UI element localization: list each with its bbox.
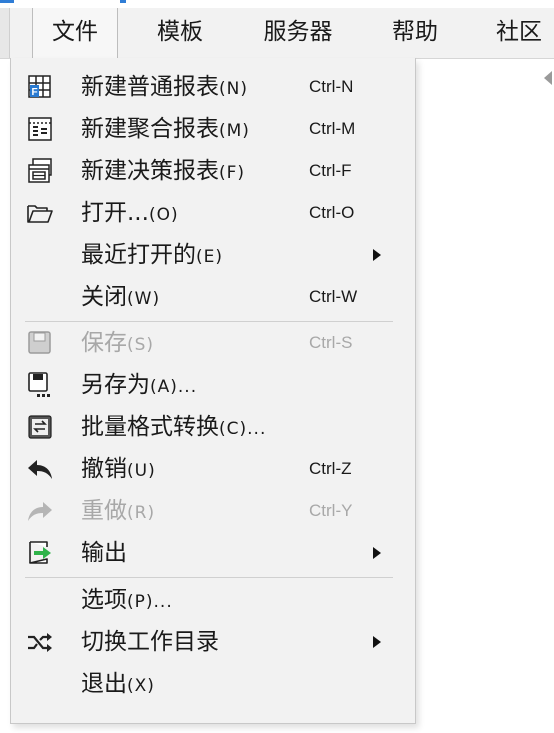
shortcut-text: Ctrl-N [309, 77, 354, 96]
menu-item-switch-workdir[interactable]: 切换工作目录 [11, 621, 415, 663]
label-text: 新建决策报表 [81, 158, 219, 184]
menu-separator [25, 577, 393, 578]
mnemonic-text: (E) [196, 247, 224, 267]
save-icon [28, 331, 51, 354]
mnemonic-text: (P)... [127, 592, 173, 612]
svg-text:F: F [32, 87, 38, 98]
accent-mark [120, 0, 126, 3]
menu-item-label: 重做(R) [81, 490, 155, 532]
menu-help[interactable]: 帮助 [377, 8, 453, 58]
mnemonic-text: (N) [219, 79, 248, 99]
menu-item-open[interactable]: 打开...(O) Ctrl-O [11, 192, 415, 234]
label-text: 批量格式转换 [81, 414, 219, 440]
menu-item-label: 输出 [81, 532, 127, 574]
menu-item-redo[interactable]: 重做(R) Ctrl-Y [11, 490, 415, 532]
menu-item-batch-convert[interactable]: 批量格式转换(C)... [11, 406, 415, 448]
shortcut-text: Ctrl-Y [309, 501, 353, 520]
label-text: 保存 [81, 330, 127, 356]
shortcut-text: Ctrl-W [309, 287, 358, 306]
export-icon [29, 541, 51, 564]
menu-item-label: 最近打开的(E) [81, 234, 223, 276]
menu-item-label: 关闭(W) [81, 276, 160, 318]
label-text: 打开... [81, 200, 149, 226]
menu-item-label: 新建聚合报表(M) [81, 108, 250, 150]
shortcut-text: Ctrl-M [309, 119, 356, 138]
shortcut-text: Ctrl-O [309, 203, 355, 222]
menu-item-label: 退出(X) [81, 663, 155, 705]
mnemonic-text: (S) [127, 335, 155, 355]
menu-file[interactable]: 文件 [32, 8, 118, 59]
label-text: 新建聚合报表 [81, 116, 219, 142]
menu-community[interactable]: 社区 [486, 8, 554, 58]
menu-item-label: 新建决策报表(F) [81, 150, 245, 192]
mnemonic-text: (M) [219, 121, 250, 141]
shortcut-text: Ctrl-F [309, 161, 352, 180]
folder-open-icon [27, 205, 53, 223]
menu-item-label: 打开...(O) [81, 192, 179, 234]
label-text: 切换工作目录 [81, 629, 219, 655]
new-report-grid-icon: F [28, 75, 51, 98]
file-menu-dropdown: F 新建普通报表(N) Ctrl-N 新建聚合报表(M) Ctrl-M 新建决策… [10, 58, 416, 724]
menu-item-label: 撤销(U) [81, 448, 156, 490]
mnemonic-text: (F) [219, 163, 246, 183]
workspace-background [415, 59, 554, 733]
menu-item-new-aggregate-report[interactable]: 新建聚合报表(M) Ctrl-M [11, 108, 415, 150]
menu-item-undo[interactable]: 撤销(U) Ctrl-Z [11, 448, 415, 490]
mnemonic-text: (X) [127, 676, 155, 696]
menu-server[interactable]: 服务器 [250, 8, 346, 58]
menu-item-label: 切换工作目录 [81, 621, 219, 663]
label-text: 新建普通报表 [81, 74, 219, 100]
shortcut-text: Ctrl-S [309, 333, 353, 352]
redo-icon [28, 502, 52, 521]
shuffle-icon [28, 633, 52, 652]
menu-template[interactable]: 模板 [140, 8, 220, 58]
top-accent-strip [0, 0, 554, 8]
decision-report-icon [28, 158, 52, 183]
submenu-arrow-icon [373, 636, 381, 648]
menu-item-save-as[interactable]: 另存为(A)... [11, 364, 415, 406]
collapse-arrow-icon[interactable] [544, 71, 552, 85]
label-text: 输出 [81, 540, 127, 566]
menu-item-export[interactable]: 输出 [11, 532, 415, 574]
label-text: 选项 [81, 587, 127, 613]
menubar: 文件 模板 服务器 帮助 社区 [0, 8, 554, 59]
menu-item-new-normal-report[interactable]: F 新建普通报表(N) Ctrl-N [11, 66, 415, 108]
label-text: 最近打开的 [81, 242, 196, 268]
mnemonic-text: (W) [127, 289, 161, 309]
label-text: 撤销 [81, 456, 127, 482]
label-text: 退出 [81, 671, 127, 697]
undo-icon [28, 460, 52, 479]
menu-item-label: 保存(S) [81, 322, 154, 364]
menu-item-save[interactable]: 保存(S) Ctrl-S [11, 322, 415, 364]
mnemonic-text: (O) [148, 205, 179, 225]
label-text: 另存为 [81, 372, 150, 398]
save-as-icon [28, 372, 50, 397]
menu-item-recent[interactable]: 最近打开的(E) [11, 234, 415, 276]
submenu-arrow-icon [373, 547, 381, 559]
label-text: 重做 [81, 498, 127, 524]
shortcut-text: Ctrl-Z [309, 459, 352, 478]
mnemonic-text: (R) [127, 503, 156, 523]
label-text: 关闭 [81, 284, 127, 310]
aggregate-report-icon [28, 117, 52, 141]
menu-item-options[interactable]: 选项(P)... [11, 579, 415, 621]
menu-item-label: 选项(P)... [81, 579, 173, 621]
batch-convert-icon [28, 415, 52, 439]
menu-item-label: 另存为(A)... [81, 364, 197, 406]
accent-mark [0, 0, 14, 3]
menu-item-label: 批量格式转换(C)... [81, 406, 266, 448]
mnemonic-text: (U) [127, 461, 156, 481]
menubar-edge [0, 8, 10, 58]
mnemonic-text: (C)... [219, 419, 267, 439]
menu-item-close[interactable]: 关闭(W) Ctrl-W [11, 276, 415, 318]
submenu-arrow-icon [373, 249, 381, 261]
mnemonic-text: (A)... [150, 377, 198, 397]
menu-item-label: 新建普通报表(N) [81, 66, 248, 108]
menu-item-new-decision-report[interactable]: 新建决策报表(F) Ctrl-F [11, 150, 415, 192]
menu-item-exit[interactable]: 退出(X) [11, 663, 415, 705]
